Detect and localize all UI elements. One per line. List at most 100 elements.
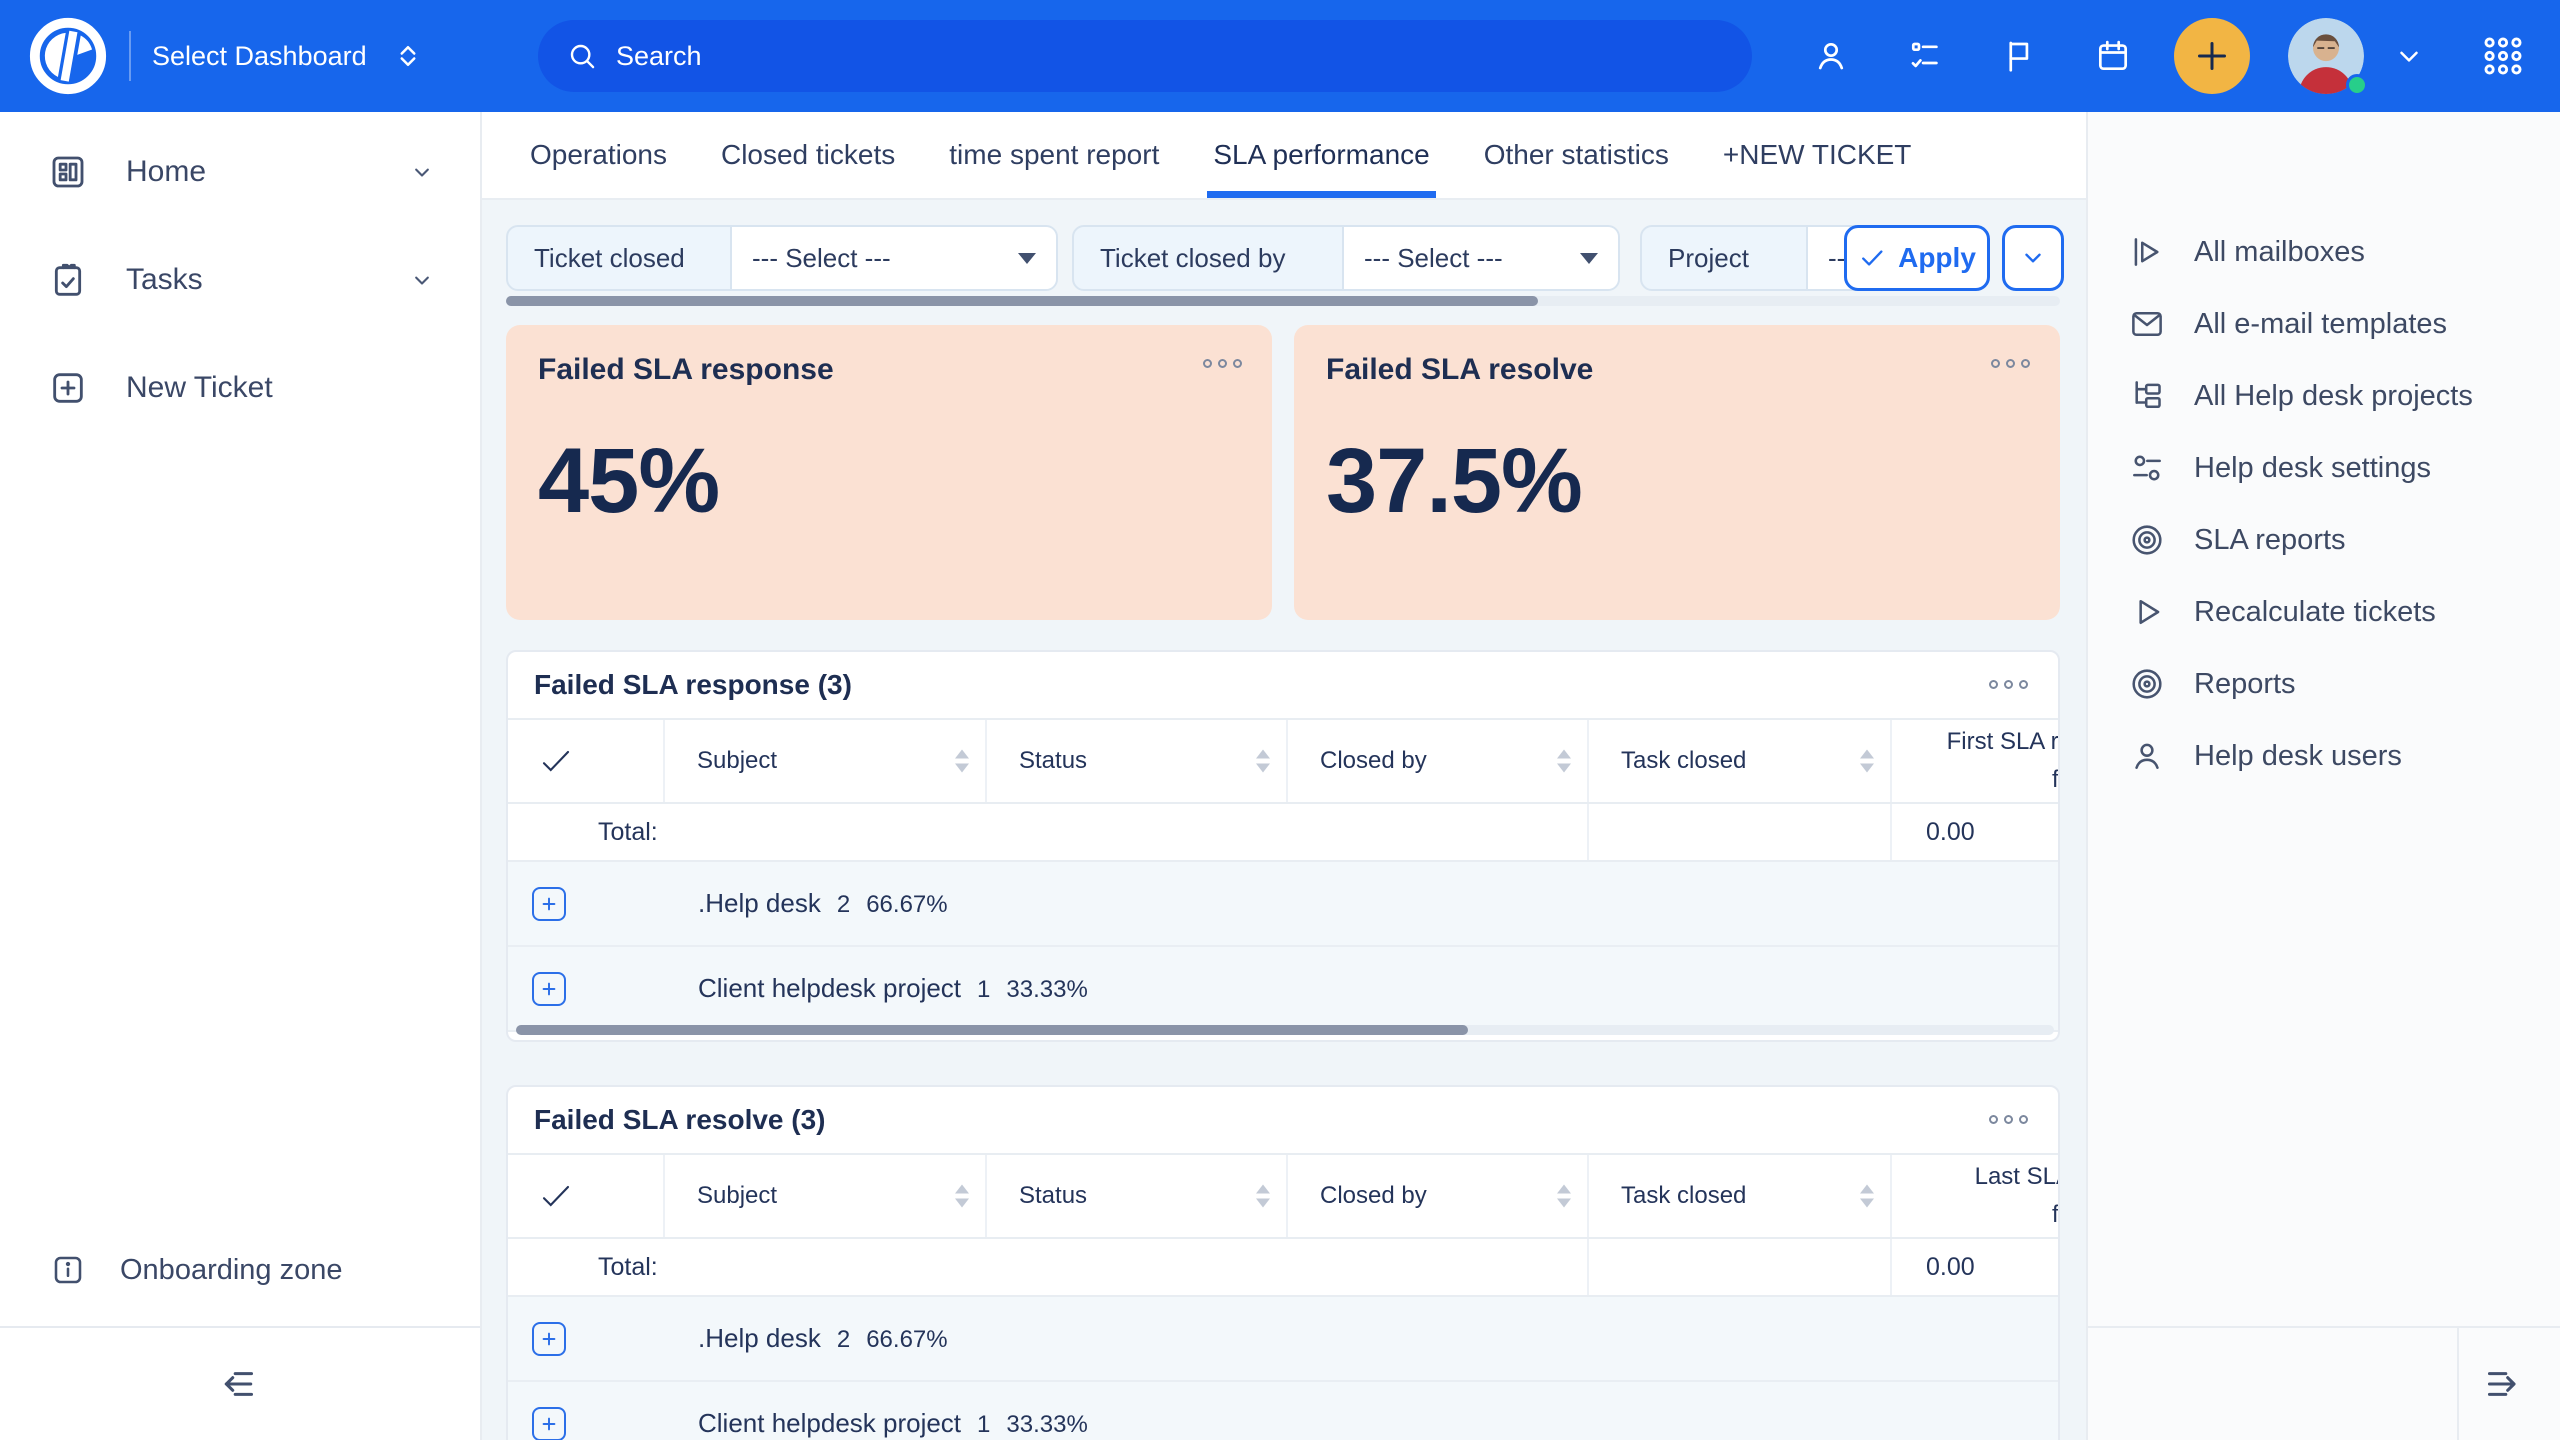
dashboard-selector[interactable]: Select Dashboard (152, 0, 423, 112)
collapse-left-icon[interactable] (217, 1361, 263, 1407)
left-sidebar-nav: Home Tasks New Ticket (0, 112, 480, 442)
chevron-down-icon[interactable] (2394, 41, 2424, 71)
sort-icon[interactable] (955, 750, 969, 773)
plus-icon (536, 1326, 562, 1352)
column-header-status[interactable]: Status (987, 1155, 1288, 1237)
column-header-status[interactable]: Status (987, 720, 1288, 802)
filter-project: Project -- (1640, 225, 1868, 291)
calendar-icon[interactable] (2094, 37, 2132, 75)
table-header-row: Subject Status Closed by Task closed Las… (508, 1153, 2058, 1239)
menu-item-all-mailboxes[interactable]: All mailboxes (2088, 216, 2560, 288)
menu-item-recalculate-tickets[interactable]: Recalculate tickets (2088, 576, 2560, 648)
tab-sla-performance[interactable]: SLA performance (1213, 112, 1429, 198)
menu-item-help-desk-settings[interactable]: Help desk settings (2088, 432, 2560, 504)
create-new-button[interactable] (2174, 18, 2250, 94)
column-header-last-sla[interactable]: Last SLA fu (1892, 1155, 2058, 1237)
sidebar-item-label: Tasks (126, 263, 203, 297)
chevron-down-icon[interactable] (408, 158, 436, 186)
column-header-first-sla[interactable]: First SLA re fu (1892, 720, 2058, 802)
column-header-subject[interactable]: Subject (665, 720, 987, 802)
sliders-icon (2128, 449, 2166, 487)
table-group-row[interactable]: .Help desk 2 66.67% (508, 862, 2058, 947)
column-header-task-closed[interactable]: Task closed (1589, 1155, 1892, 1237)
sidebar-item-tasks[interactable]: Tasks (0, 226, 480, 334)
menu-item-sla-reports[interactable]: SLA reports (2088, 504, 2560, 576)
menu-item-help-desk-projects[interactable]: All Help desk projects (2088, 360, 2560, 432)
ticket-closed-select[interactable]: --- Select --- (730, 227, 1056, 289)
right-sidebar: All mailboxes All e-mail templates All H… (2086, 112, 2560, 1440)
column-header-subject[interactable]: Subject (665, 1155, 987, 1237)
app-logo-icon[interactable] (25, 13, 111, 99)
sort-icon[interactable] (1860, 750, 1874, 773)
menu-item-email-templates[interactable]: All e-mail templates (2088, 288, 2560, 360)
scrollbar-thumb[interactable] (516, 1025, 1468, 1035)
card-menu-icon[interactable] (1203, 359, 1242, 368)
checklist-icon[interactable] (1906, 37, 1944, 75)
group-name: Client helpdesk project (698, 1408, 961, 1439)
apply-options-button[interactable] (2002, 225, 2064, 291)
expand-group-button[interactable] (532, 887, 566, 921)
ticket-closed-by-select[interactable]: --- Select --- (1342, 227, 1618, 289)
table-group-row[interactable]: Client helpdesk project 1 33.33% (508, 947, 2058, 1032)
sort-icon[interactable] (1557, 1185, 1571, 1208)
column-header-task-closed[interactable]: Task closed (1589, 720, 1892, 802)
panel-menu-icon[interactable] (1989, 1115, 2028, 1124)
failed-sla-response-panel: Failed SLA response (3) Subject Status C… (506, 650, 2060, 1042)
tab-other-statistics[interactable]: Other statistics (1484, 112, 1669, 198)
panel-header: Failed SLA response (3) (508, 652, 2058, 718)
sort-icon[interactable] (1256, 1185, 1270, 1208)
top-bar: Select Dashboard Search (0, 0, 2560, 112)
table-group-row[interactable]: .Help desk 2 66.67% (508, 1297, 2058, 1382)
tab-closed-tickets[interactable]: Closed tickets (721, 112, 895, 198)
tab-new-ticket[interactable]: +NEW TICKET (1723, 112, 1912, 198)
select-all-checkbox[interactable] (508, 720, 665, 802)
sidebar-item-home[interactable]: Home (0, 118, 480, 226)
chevron-down-icon[interactable] (408, 266, 436, 294)
online-status-dot (2346, 74, 2368, 96)
tab-operations[interactable]: Operations (530, 112, 667, 198)
sort-icon[interactable] (1860, 1185, 1874, 1208)
card-menu-icon[interactable] (1991, 359, 2030, 368)
apply-button[interactable]: Apply (1844, 225, 1990, 291)
table-horizontal-scrollbar[interactable] (516, 1025, 2054, 1035)
check-icon (538, 1178, 574, 1214)
flag-icon[interactable] (2000, 37, 2038, 75)
plus-square-icon (48, 368, 88, 408)
menu-item-label: Help desk users (2194, 740, 2402, 773)
plus-icon (536, 976, 562, 1002)
sidebar-item-new-ticket[interactable]: New Ticket (0, 334, 480, 442)
avatar[interactable] (2288, 18, 2364, 94)
expand-group-button[interactable] (532, 1407, 566, 1440)
select-all-checkbox[interactable] (508, 1155, 665, 1237)
sort-icon[interactable] (1256, 750, 1270, 773)
expand-group-button[interactable] (532, 972, 566, 1006)
user-icon[interactable] (1812, 37, 1850, 75)
menu-item-help-desk-users[interactable]: Help desk users (2088, 720, 2560, 792)
panel-menu-icon[interactable] (1989, 680, 2028, 689)
table-total-row: Total: 0.00 (508, 804, 2058, 862)
group-count: 2 (837, 1326, 850, 1354)
menu-item-reports[interactable]: Reports (2088, 648, 2560, 720)
menu-item-label: Recalculate tickets (2194, 596, 2436, 629)
plus-icon (2192, 36, 2232, 76)
left-sidebar-footer: Onboarding zone (0, 1214, 480, 1440)
user-icon (2128, 737, 2166, 775)
apps-grid-icon[interactable] (2480, 33, 2526, 79)
table-group-row[interactable]: Client helpdesk project 1 33.33% (508, 1382, 2058, 1440)
expand-group-button[interactable] (532, 1322, 566, 1356)
chevron-down-icon (2020, 245, 2046, 271)
scrollbar-thumb[interactable] (506, 296, 1538, 306)
column-header-closed-by[interactable]: Closed by (1288, 1155, 1589, 1237)
expand-right-icon[interactable] (2478, 1361, 2524, 1407)
filters-horizontal-scrollbar[interactable] (506, 296, 2060, 306)
sort-icon[interactable] (955, 1185, 969, 1208)
tab-time-spent-report[interactable]: time spent report (949, 112, 1159, 198)
topbar-divider (129, 31, 131, 81)
filter-label: Ticket closed (508, 227, 730, 289)
total-label: Total: (508, 1239, 1589, 1295)
search-input[interactable]: Search (538, 20, 1752, 92)
menu-item-label: All mailboxes (2194, 236, 2365, 269)
sort-icon[interactable] (1557, 750, 1571, 773)
column-header-closed-by[interactable]: Closed by (1288, 720, 1589, 802)
onboarding-zone-item[interactable]: Onboarding zone (0, 1214, 480, 1326)
